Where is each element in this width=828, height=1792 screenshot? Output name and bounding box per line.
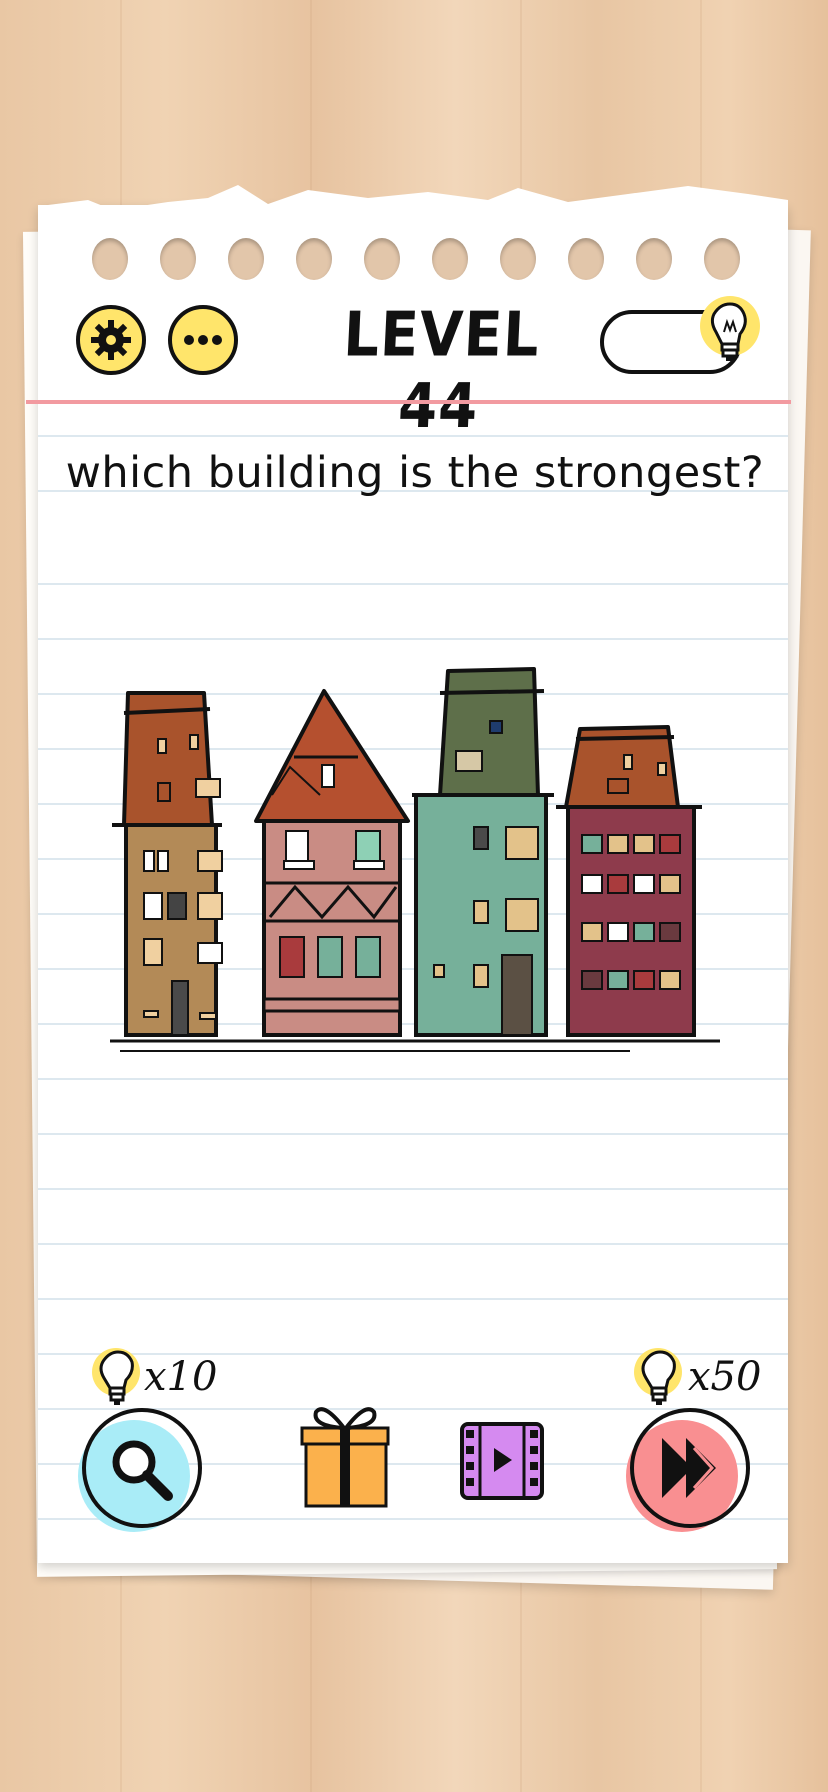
building-green[interactable] [412, 667, 554, 1037]
search-hint-button[interactable] [72, 1406, 208, 1536]
skip-level-button[interactable] [620, 1406, 756, 1536]
video-button[interactable] [456, 1420, 546, 1504]
binder-hole [364, 238, 400, 280]
header-divider [26, 400, 791, 404]
building-pink[interactable] [254, 689, 410, 1037]
binder-hole [636, 238, 672, 280]
binder-hole [228, 238, 264, 280]
building-brown[interactable] [112, 691, 223, 1037]
search-hint-cost: x10 [144, 1354, 218, 1400]
binder-hole [160, 238, 196, 280]
skip-hint-cost: x50 [688, 1354, 762, 1400]
binder-hole [568, 238, 604, 280]
settings-button[interactable] [76, 305, 146, 375]
binder-hole [92, 238, 128, 280]
binder-hole [432, 238, 468, 280]
buildings-illustration [110, 667, 720, 1052]
binder-hole [500, 238, 536, 280]
building-red[interactable] [556, 725, 702, 1037]
binder-hole [296, 238, 332, 280]
binder-hole [704, 238, 740, 280]
gear-icon [91, 320, 131, 360]
level-title: LEVEL 44 [341, 299, 542, 443]
video-icon [460, 1422, 544, 1500]
more-dots-icon [184, 335, 222, 345]
gift-button[interactable] [300, 1400, 392, 1510]
question-text: which building is the strongest? [65, 448, 765, 498]
more-menu-button[interactable] [168, 305, 238, 375]
torn-paper-edge [48, 185, 788, 230]
lightbulb-icon[interactable] [694, 292, 764, 378]
gift-icon [300, 1407, 390, 1508]
